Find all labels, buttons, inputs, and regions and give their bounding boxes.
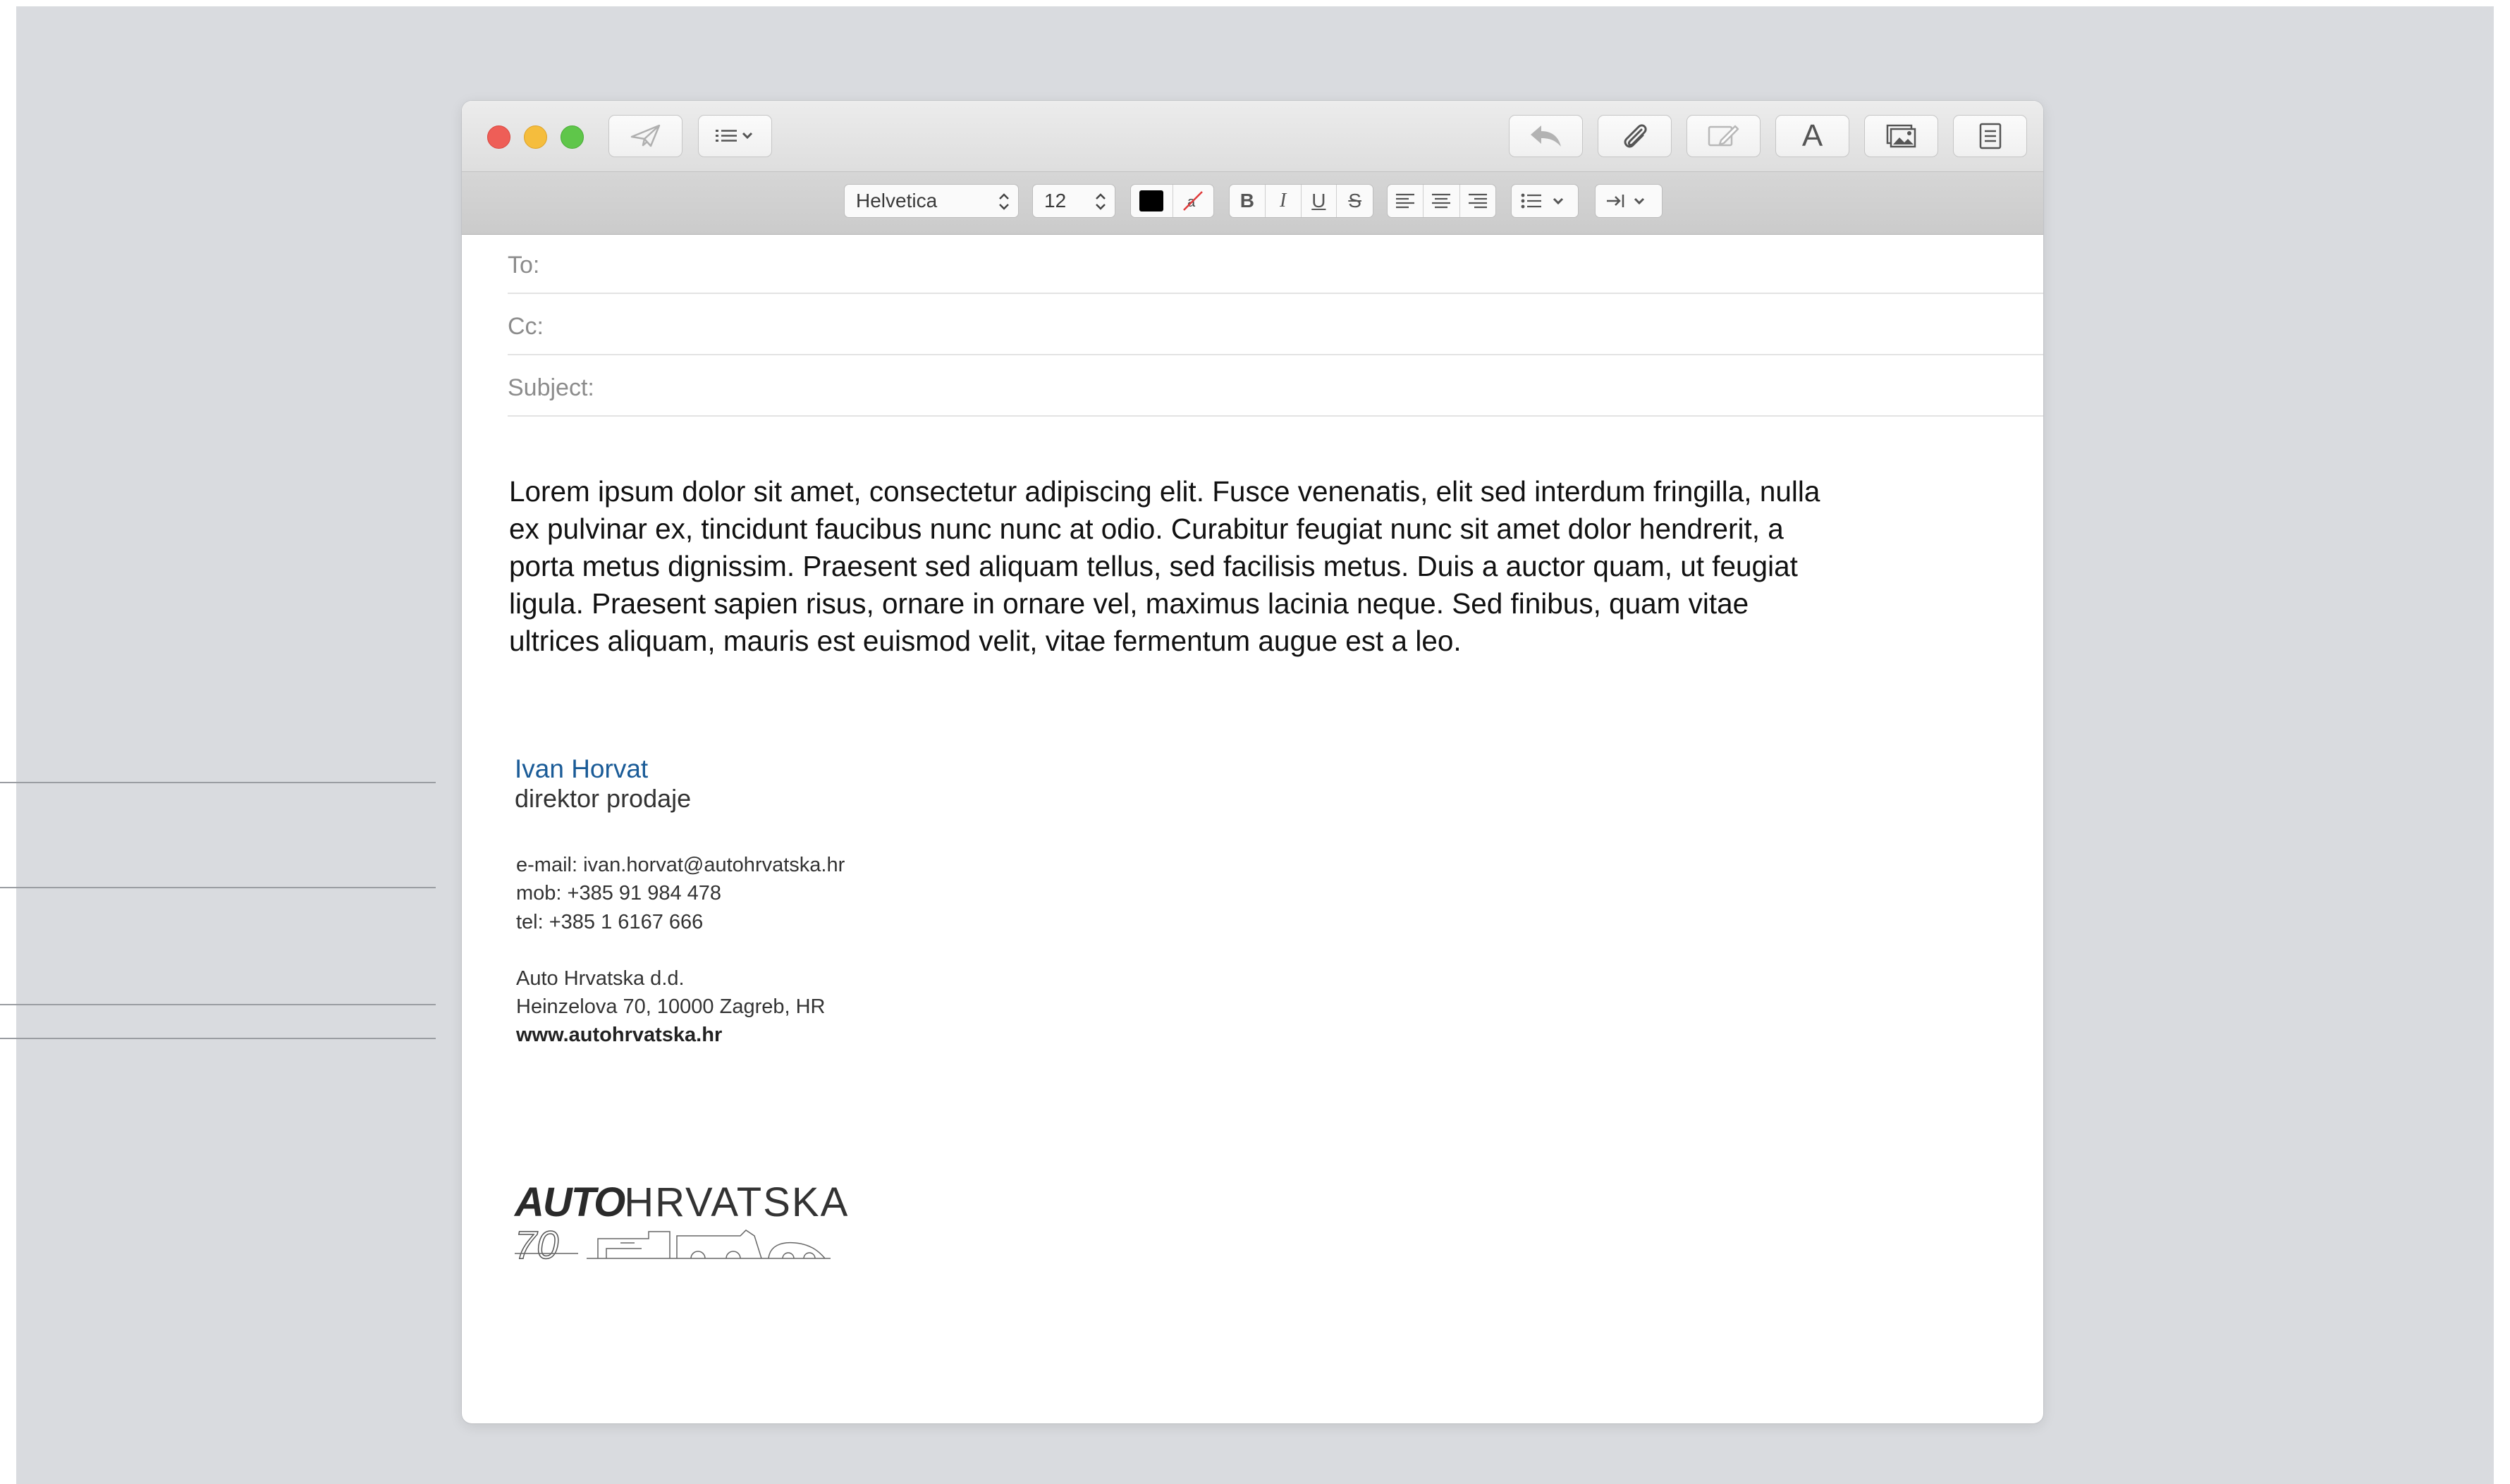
font-family-value: Helvetica — [856, 190, 938, 211]
stepper-arrows-icon — [1096, 193, 1106, 210]
indent-select[interactable] — [1595, 184, 1663, 218]
align-left-icon — [1396, 193, 1415, 209]
cc-field: Cc: — [508, 295, 2043, 355]
cc-input[interactable] — [557, 307, 2033, 341]
font-size-value: 12 — [1044, 190, 1067, 211]
stationery-button[interactable] — [1953, 115, 2027, 157]
to-label: To: — [508, 252, 540, 278]
subject-field: Subject: — [508, 356, 2043, 417]
signature-company: Auto Hrvatska d.d. — [516, 967, 685, 990]
window-toolbar: A — [462, 101, 2043, 171]
attach-button[interactable] — [1598, 115, 1672, 157]
alignment-group — [1387, 184, 1496, 218]
align-left-button[interactable] — [1388, 185, 1424, 217]
bold-button[interactable]: B — [1230, 185, 1266, 217]
close-window-button[interactable] — [487, 125, 510, 149]
text-color-swatch — [1139, 190, 1164, 211]
italic-button[interactable]: I — [1266, 185, 1302, 217]
minimize-window-button[interactable] — [524, 125, 547, 149]
markup-pen-icon — [1708, 125, 1739, 147]
to-input[interactable] — [557, 246, 2033, 280]
signature-email: e-mail: ivan.horvat@autohrvatska.hr — [516, 854, 845, 876]
message-body-text[interactable]: Lorem ipsum dolor sit amet, consectetur … — [509, 473, 1842, 660]
signature-website-link[interactable]: www.autohrvatska.hr — [516, 1024, 722, 1047]
photo-browser-icon — [1886, 124, 1916, 148]
paper-plane-icon — [630, 124, 660, 147]
logo-bold-text: AUTO — [515, 1179, 625, 1225]
logo-vehicles-icon: 70 — [515, 1223, 831, 1260]
underline-label: U — [1311, 190, 1326, 211]
compose-window: A Helvetica 12 B I U S To: Cc: Subject: … — [462, 101, 2043, 1423]
to-field: To: — [508, 233, 2043, 294]
list-style-select[interactable] — [1511, 184, 1579, 218]
highlight-color-button[interactable]: a — [1173, 185, 1214, 217]
strikethrough-label: S — [1348, 190, 1361, 211]
align-center-icon — [1432, 193, 1451, 209]
guide-line — [0, 887, 436, 888]
stepper-arrows-icon — [999, 193, 1009, 210]
reply-button[interactable] — [1509, 115, 1583, 157]
guide-line — [0, 1004, 436, 1005]
logo-light-text: HRVATSKA — [624, 1179, 850, 1225]
send-button[interactable] — [608, 115, 682, 157]
paperclip-icon — [1624, 124, 1647, 148]
photo-browser-button[interactable] — [1864, 115, 1938, 157]
signature-title: direktor prodaje — [515, 784, 692, 813]
indent-icon — [1607, 195, 1645, 207]
cc-label: Cc: — [508, 313, 544, 340]
signature-address: Heinzelova 70, 10000 Zagreb, HR — [516, 995, 826, 1018]
fonts-button[interactable]: A — [1775, 115, 1849, 157]
color-controls: a — [1130, 184, 1214, 218]
guide-line — [0, 1038, 436, 1039]
list-icon — [715, 130, 752, 142]
zoom-window-button[interactable] — [561, 125, 584, 149]
logo-anniversary: 70 — [515, 1223, 558, 1260]
signature-name: Ivan Horvat — [515, 754, 649, 783]
align-right-icon — [1468, 193, 1487, 209]
italic-label: I — [1279, 190, 1287, 211]
align-center-button[interactable] — [1424, 185, 1460, 217]
subject-label: Subject: — [508, 374, 594, 401]
font-family-select[interactable]: Helvetica — [844, 184, 1019, 218]
no-highlight-icon: a — [1183, 191, 1204, 211]
signature-mobile: mob: +385 91 984 478 — [516, 882, 722, 904]
signature-phone: tel: +385 1 6167 666 — [516, 911, 704, 933]
logo-wordmark: AUTOHRVATSKA — [515, 1179, 849, 1226]
strikethrough-button[interactable]: S — [1337, 185, 1373, 217]
bulleted-list-icon — [1521, 193, 1564, 209]
subject-input[interactable] — [606, 369, 2033, 403]
font-panel-icon: A — [1801, 118, 1823, 153]
text-style-group: B I U S — [1229, 184, 1373, 218]
text-color-button[interactable] — [1131, 185, 1173, 217]
header-fields-button[interactable] — [698, 115, 772, 157]
bold-label: B — [1239, 190, 1254, 211]
markup-button[interactable] — [1686, 115, 1761, 157]
reply-arrow-icon — [1530, 125, 1561, 147]
stationery-icon — [1979, 123, 2001, 149]
align-right-button[interactable] — [1460, 185, 1495, 217]
underline-button[interactable]: U — [1302, 185, 1337, 217]
font-size-select[interactable]: 12 — [1032, 184, 1115, 218]
guide-line — [0, 782, 436, 783]
